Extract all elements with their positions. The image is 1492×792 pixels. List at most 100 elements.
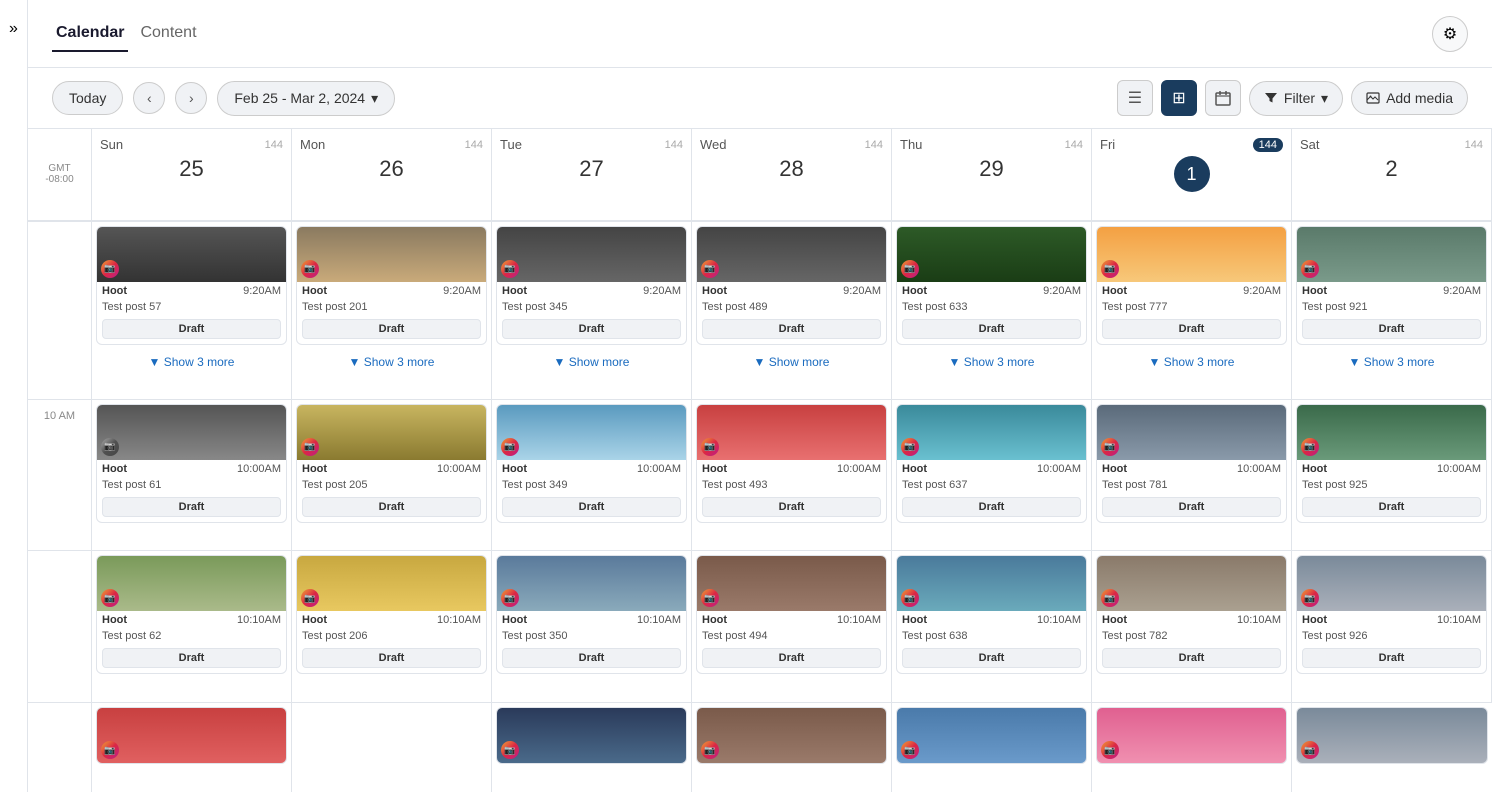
post-card-wed-1010[interactable]: 📷 Hoot 10:10AM Test post 494 Draft (696, 555, 887, 674)
post-card-sun-920[interactable]: 📷 Hoot 9:20AM Test post 57 Draft (96, 226, 287, 345)
show-more-wed-920[interactable]: ▼ Show more (696, 349, 887, 375)
post-time: 10:10AM (237, 614, 281, 626)
show-more-mon-920[interactable]: ▼ Show 3 more (296, 349, 487, 375)
post-info: Hoot 9:20AM (697, 282, 886, 300)
chevron-down-icon: ▾ (371, 90, 378, 107)
post-card-sat-1000[interactable]: 📷 Hoot 10:00AM Test post 925 Draft (1296, 404, 1487, 523)
filter-button[interactable]: Filter ▾ (1249, 81, 1343, 116)
date-range-button[interactable]: Feb 25 - Mar 2, 2024 ▾ (217, 81, 395, 116)
show-more-sun-920[interactable]: ▼ Show 3 more (96, 349, 287, 375)
post-card-mon-1000[interactable]: 📷 Hoot 10:00AM Test post 205 Draft (296, 404, 487, 523)
calendar-cell-wed-1000: 📷 Hoot 10:00AM Test post 493 Draft (692, 399, 892, 551)
instagram-icon: 📷 (101, 260, 119, 278)
post-card-sat-1010[interactable]: 📷 Hoot 10:10AM Test post 926 Draft (1296, 555, 1487, 674)
post-info: Hoot 10:10AM (1097, 611, 1286, 629)
post-info: Hoot 10:10AM (1297, 611, 1486, 629)
post-time: 10:10AM (837, 614, 881, 626)
grid-view-button[interactable]: ⊞ (1161, 80, 1197, 116)
instagram-icon: 📷 (1301, 589, 1319, 607)
post-card-sat-bottom[interactable]: 📷 (1296, 707, 1488, 764)
instagram-icon: 📷 (901, 438, 919, 456)
post-time: 10:00AM (437, 463, 481, 475)
post-status: Draft (502, 319, 681, 339)
instagram-icon: 📷 (101, 741, 119, 759)
calendar-cell-sat-920: 📷 Hoot 9:20AM Test post 921 Draft ▼ Show… (1292, 221, 1492, 399)
post-card-fri-920[interactable]: 📷 Hoot 9:20AM Test post 777 Draft (1096, 226, 1287, 345)
post-image: 📷 (497, 405, 686, 460)
post-card-sun-bottom[interactable]: 📷 (96, 707, 287, 764)
show-more-fri-920[interactable]: ▼ Show 3 more (1096, 349, 1287, 375)
post-card-wed-920[interactable]: 📷 Hoot 9:20AM Test post 489 Draft (696, 226, 887, 345)
post-account: Hoot (502, 285, 527, 297)
post-status: Draft (102, 648, 281, 668)
instagram-icon: 📷 (701, 438, 719, 456)
tab-content[interactable]: Content (136, 16, 200, 52)
day-name-thu: Thu (900, 137, 922, 152)
settings-button[interactable]: ⚙ (1432, 16, 1468, 52)
post-card-sat-920[interactable]: 📷 Hoot 9:20AM Test post 921 Draft (1296, 226, 1487, 345)
post-image: 📷 (297, 227, 486, 282)
calendar-cell-tue-1000: 📷 Hoot 10:00AM Test post 349 Draft (492, 399, 692, 551)
post-time: 10:10AM (1037, 614, 1081, 626)
post-card-thu-bottom[interactable]: 📷 (896, 707, 1087, 764)
day-count-tue: 144 (665, 139, 683, 151)
day-num-sat: 2 (1300, 156, 1483, 182)
show-more-tue-920[interactable]: ▼ Show more (496, 349, 687, 375)
post-status: Draft (302, 497, 481, 517)
add-media-button[interactable]: Add media (1351, 81, 1468, 115)
post-card-tue-bottom[interactable]: 📷 (496, 707, 687, 764)
filter-dropdown-icon: ▾ (1321, 90, 1328, 107)
post-card-wed-bottom[interactable]: 📷 (696, 707, 887, 764)
post-card-sun-1000[interactable]: 📷 Hoot 10:00AM Test post 61 Draft (96, 404, 287, 523)
day-header-thu: Thu 144 29 (892, 129, 1092, 221)
post-card-wed-1000[interactable]: 📷 Hoot 10:00AM Test post 493 Draft (696, 404, 887, 523)
post-image: 📷 (697, 405, 886, 460)
post-card-fri-1000[interactable]: 📷 Hoot 10:00AM Test post 781 Draft (1096, 404, 1287, 523)
instagram-icon: 📷 (1301, 741, 1319, 759)
post-image: 📷 (897, 405, 1086, 460)
calendar-cell-fri-920: 📷 Hoot 9:20AM Test post 777 Draft ▼ Show… (1092, 221, 1292, 399)
calendar-cell-sun-bottom: 📷 (92, 702, 292, 792)
post-card-thu-1000[interactable]: 📷 Hoot 10:00AM Test post 637 Draft (896, 404, 1087, 523)
list-view-button[interactable]: ☰ (1117, 80, 1153, 116)
post-card-thu-1010[interactable]: 📷 Hoot 10:10AM Test post 638 Draft (896, 555, 1087, 674)
post-account: Hoot (1302, 285, 1327, 297)
time-cell-920 (28, 221, 92, 399)
post-card-mon-920[interactable]: 📷 Hoot 9:20AM Test post 201 Draft (296, 226, 487, 345)
post-image: 📷 (497, 708, 686, 763)
post-card-mon-1010[interactable]: 📷 Hoot 10:10AM Test post 206 Draft (296, 555, 487, 674)
post-card-thu-920[interactable]: 📷 Hoot 9:20AM Test post 633 Draft (896, 226, 1087, 345)
post-card-sun-1010[interactable]: 📷 Hoot 10:10AM Test post 62 Draft (96, 555, 287, 674)
prev-button[interactable]: ‹ (133, 82, 165, 114)
post-card-fri-1010[interactable]: 📷 Hoot 10:10AM Test post 782 Draft (1096, 555, 1287, 674)
show-more-thu-920[interactable]: ▼ Show 3 more (896, 349, 1087, 375)
post-title: Test post 62 (97, 629, 286, 645)
day-count-fri: 144 (1253, 138, 1283, 152)
post-account: Hoot (502, 614, 527, 626)
post-card-tue-1010[interactable]: 📷 Hoot 10:10AM Test post 350 Draft (496, 555, 687, 674)
post-status: Draft (1302, 319, 1481, 339)
post-status: Draft (1302, 497, 1481, 517)
post-card-tue-920[interactable]: 📷 Hoot 9:20AM Test post 345 Draft (496, 226, 687, 345)
post-status: Draft (102, 319, 281, 339)
post-account: Hoot (702, 285, 727, 297)
post-card-tue-1000[interactable]: 📷 Hoot 10:00AM Test post 349 Draft (496, 404, 687, 523)
calendar-cell-mon-bottom (292, 702, 492, 792)
post-card-fri-bottom[interactable]: 📷 (1096, 707, 1287, 764)
add-media-label: Add media (1386, 90, 1453, 106)
post-image: 📷 (1297, 556, 1486, 611)
post-account: Hoot (902, 614, 927, 626)
sidebar-toggle[interactable]: » (0, 0, 28, 792)
post-time: 10:10AM (1437, 614, 1481, 626)
day-name-wed: Wed (700, 137, 727, 152)
post-image: 📷 (1297, 227, 1486, 282)
post-status: Draft (1102, 497, 1281, 517)
post-title: Test post 205 (297, 478, 486, 494)
today-button[interactable]: Today (52, 81, 123, 115)
post-account: Hoot (102, 285, 127, 297)
tab-calendar[interactable]: Calendar (52, 16, 128, 52)
post-info: Hoot 10:00AM (497, 460, 686, 478)
show-more-sat-920[interactable]: ▼ Show 3 more (1296, 349, 1487, 375)
next-button[interactable]: › (175, 82, 207, 114)
calendar-view-button[interactable] (1205, 80, 1241, 116)
